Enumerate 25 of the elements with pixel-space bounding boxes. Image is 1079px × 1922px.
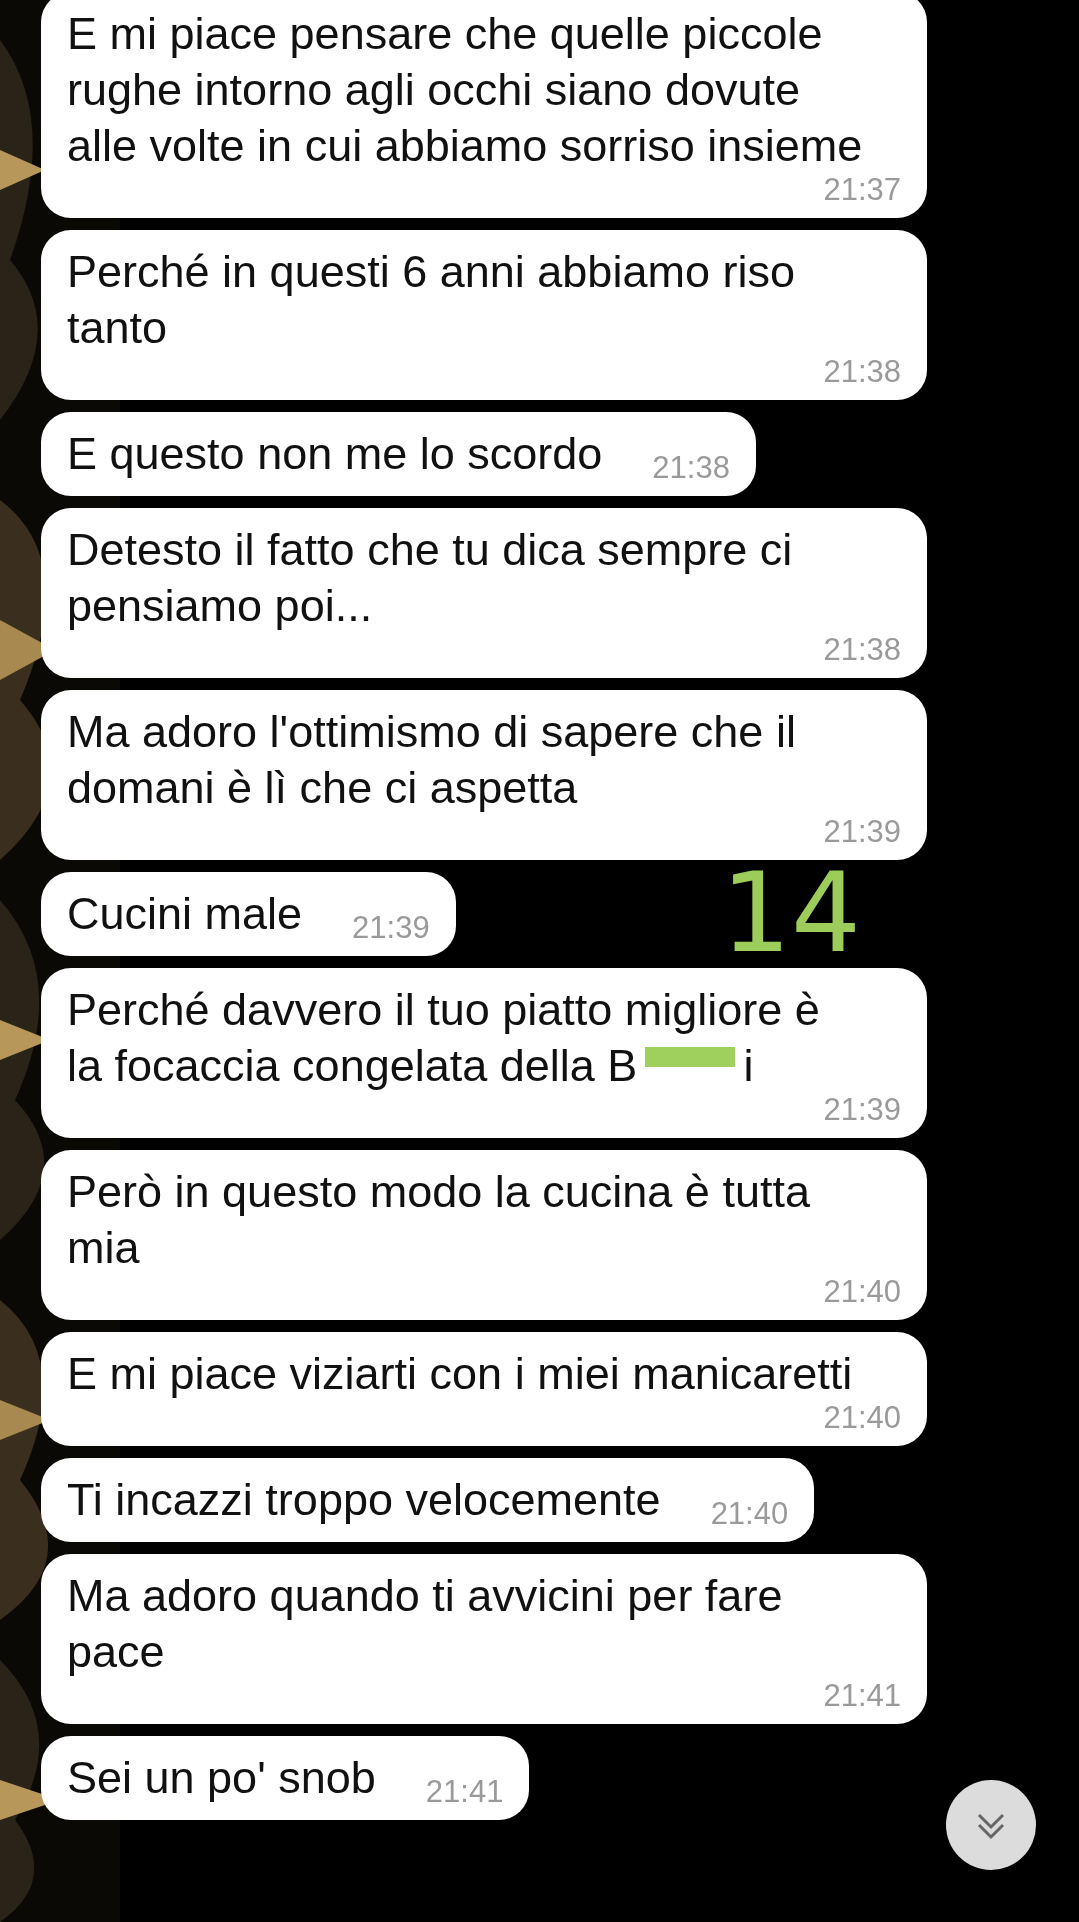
message-time: 21:39 — [351, 910, 430, 946]
message-time: 21:40 — [709, 1496, 789, 1532]
message-time: 21:38 — [822, 632, 901, 668]
handwritten-number: 14 — [721, 858, 861, 968]
message-text: Detesto il fatto che tu dica sempre ci pensiamo poi... — [67, 523, 794, 633]
message-time: 21:38 — [651, 450, 730, 486]
message-text: E mi piace viziarti con i miei manicaretti — [67, 1347, 853, 1401]
message-text: Ma adoro quando ti avvicini per fare pace — [67, 1569, 784, 1679]
message-text: Ma adoro l'ottimismo di sapere che il domani è lì che ci aspetta — [67, 705, 797, 815]
message-text: Perché davvero il tuo piatto migliore è la focaccia congelata della B i — [67, 983, 821, 1093]
message-text: Perché in questi 6 anni abbiamo riso tanto — [67, 245, 796, 355]
message-time: 21:38 — [822, 354, 901, 390]
message-text: Però in questo modo la cucina è tutta mia — [67, 1165, 811, 1275]
message-text: E questo non me lo scordo — [67, 427, 603, 481]
message-text: Cucini male — [67, 887, 303, 941]
message-time: 21:39 — [822, 1092, 901, 1128]
message-time: 21:39 — [822, 814, 901, 850]
message-time: 21:40 — [822, 1274, 901, 1310]
message-time: 21:37 — [822, 172, 901, 208]
message-time: 21:41 — [822, 1678, 901, 1714]
message-time: 21:40 — [822, 1400, 901, 1436]
message-text: Sei un po' snob — [67, 1751, 376, 1805]
message-time: 21:41 — [424, 1774, 504, 1810]
message-text: Ti incazzi troppo velocemente — [67, 1473, 661, 1527]
message-text: E mi piace pensare che quelle piccole rughe intorno agli occhi siano dovute alle volte in cui abbiamo sorriso insieme — [67, 7, 864, 173]
